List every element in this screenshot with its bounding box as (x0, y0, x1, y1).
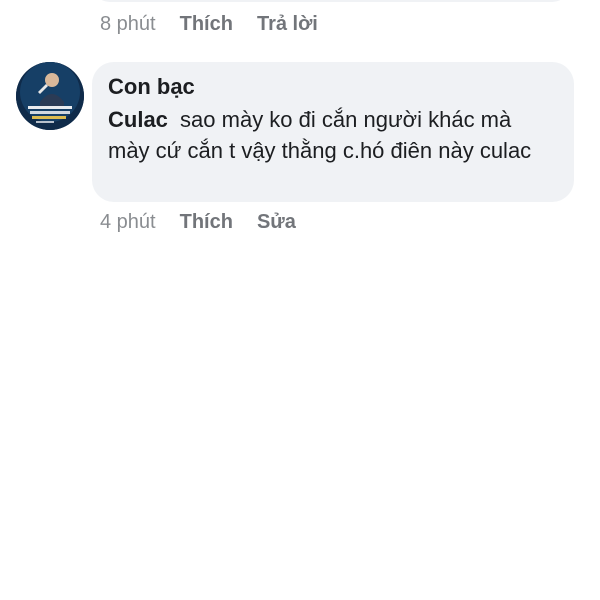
mention-link[interactable]: Culac (108, 107, 168, 132)
comment-bubble: Con bạc Culac sao mày ko đi cắn người kh… (92, 62, 574, 202)
reply-button[interactable]: Trả lời (257, 12, 318, 36)
comment-thread: 8 phút Thích Trả lời Con bạc Culac sao m… (0, 0, 600, 600)
previous-comment-bubble (92, 0, 570, 2)
comment-time[interactable]: 4 phút (100, 210, 156, 234)
avatar[interactable] (16, 62, 84, 130)
like-button[interactable]: Thích (180, 12, 233, 36)
avatar-image (16, 62, 84, 130)
previous-comment-time[interactable]: 8 phút (100, 12, 156, 36)
comment-actions: 4 phút Thích Sửa (100, 210, 320, 234)
previous-comment-actions: 8 phút Thích Trả lời (100, 12, 342, 36)
comment-text: sao mày ko đi cắn người khác mà mày cứ c… (108, 107, 532, 163)
comment-author[interactable]: Con bạc (108, 72, 558, 102)
comment-body: Culac sao mày ko đi cắn người khác mà mà… (108, 104, 558, 166)
like-button[interactable]: Thích (180, 210, 233, 234)
edit-button[interactable]: Sửa (257, 210, 296, 234)
